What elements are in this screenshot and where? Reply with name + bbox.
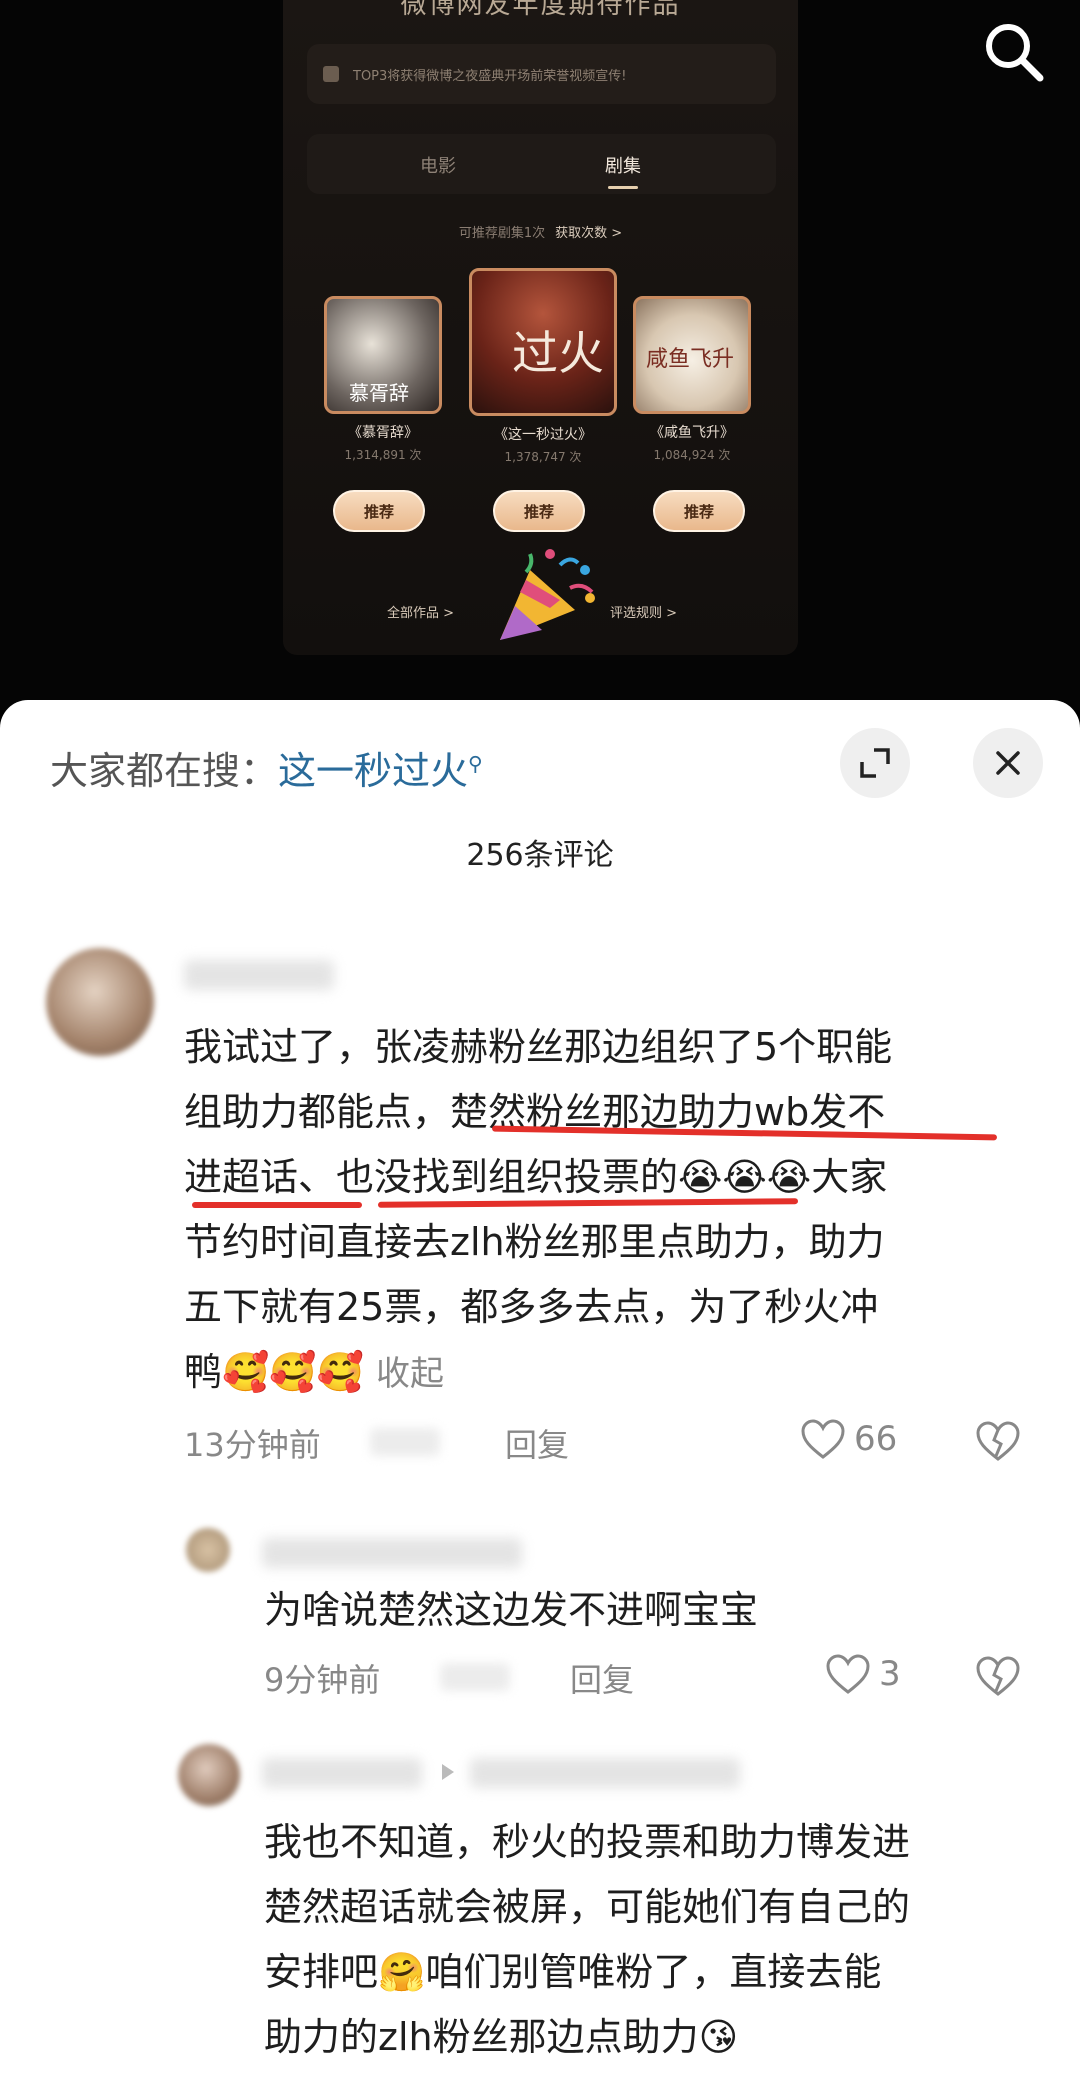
search-prefix: 大家都在搜： [50, 749, 279, 793]
tab-series[interactable]: 剧集 [605, 152, 641, 178]
trending-search[interactable]: 大家都在搜：这一秒过火⚲ [50, 740, 483, 795]
comment-line: 安排吧🤗咱们别管唯粉了，直接去能 [264, 1950, 882, 1994]
video-area: 微博网友年度期待作品 TOP3将获得微博之夜盛典开场前荣誉视频宣传! 电影 剧集… [0, 0, 1080, 710]
like-count: 66 [854, 1419, 898, 1459]
poster-title: 慕胥辞 [349, 381, 409, 405]
highlight-underline [192, 1202, 362, 1208]
location-blurred [440, 1663, 510, 1691]
like-count: 3 [879, 1654, 901, 1694]
hint-text: 可推荐剧集1次 [458, 226, 546, 241]
close-icon [996, 751, 1020, 775]
like-button[interactable]: 66 [800, 1418, 897, 1460]
heart-icon [826, 1654, 870, 1694]
comment-line: 我试过了，张凌赫粉丝那边组织了5个职能 [184, 1025, 893, 1069]
expand-button[interactable] [840, 728, 910, 798]
poll-title: 微博网友年度期待作品 [400, 0, 681, 20]
party-popper-icon [500, 549, 595, 640]
username-blurred[interactable] [262, 1758, 422, 1788]
vote-count: 1,378,747 次 [504, 450, 582, 464]
vote-count: 1,084,924 次 [653, 448, 731, 462]
comment-line: 我也不知道，秒火的投票和助力博发进 [264, 1820, 911, 1864]
comment-text: 我试过了，张凌赫粉丝那边组织了5个职能 组助力都能点，楚然粉丝那边助力wb发不 … [184, 1015, 1044, 1407]
rules-link[interactable]: 评选规则 > [610, 602, 677, 621]
drama-name: 《这一秒过火》 [494, 427, 592, 443]
collapse-link[interactable]: 收起 [376, 1354, 444, 1394]
recommend-button[interactable]: 推荐 [493, 490, 585, 532]
poster-title: 过火 [512, 326, 604, 380]
recommend-button[interactable]: 推荐 [333, 490, 425, 532]
broken-heart-icon[interactable] [975, 1420, 1021, 1462]
reply-arrow-icon [442, 1764, 454, 1780]
candidate-card: 咸鱼飞升 《咸鱼飞升》 1,084,924 次 [627, 296, 757, 463]
comment-line: 鸭🥰🥰🥰 [184, 1350, 364, 1394]
all-works-link[interactable]: 全部作品 > [387, 602, 454, 621]
tab-active-indicator [608, 186, 638, 189]
comment-line: 助力的zlh粉丝那边点助力😘 [264, 2015, 739, 2059]
reply-button[interactable]: 回复 [570, 1655, 634, 1701]
vote-count: 1,314,891 次 [344, 448, 422, 462]
comment-line: 节约时间直接去zlh粉丝那里点助力，助力 [184, 1220, 885, 1264]
avatar[interactable] [46, 948, 154, 1056]
recommend-button[interactable]: 推荐 [653, 490, 745, 532]
reply-button[interactable]: 回复 [505, 1420, 569, 1466]
tab-movie[interactable]: 电影 [420, 152, 456, 178]
notice-bar: TOP3将获得微博之夜盛典开场前荣誉视频宣传! [307, 44, 776, 104]
like-button[interactable]: 3 [825, 1653, 901, 1695]
comment-line: 楚然超话就会被屏，可能她们有自己的 [264, 1885, 911, 1929]
close-button[interactable] [973, 728, 1043, 798]
poster-image[interactable]: 咸鱼飞升 [633, 296, 751, 414]
reply-text: 我也不知道，秒火的投票和助力博发进 楚然超话就会被屏，可能她们有自己的 安排吧🤗… [264, 1810, 1054, 2070]
avatar[interactable] [178, 1744, 240, 1806]
avatar[interactable] [186, 1528, 230, 1572]
poster-image[interactable]: 慕胥辞 [324, 296, 442, 414]
comment-sheet: 大家都在搜：这一秒过火⚲ 256条评论 我试过了，张凌赫粉丝那边组织了5个职能 … [0, 700, 1080, 2073]
candidate-card: 过火 《这一秒过火》 1,378,747 次 [469, 268, 617, 465]
poster-image[interactable]: 过火 [469, 268, 617, 416]
search-keyword[interactable]: 这一秒过火 [278, 749, 468, 793]
notice-text: TOP3将获得微博之夜盛典开场前荣誉视频宣传! [353, 68, 627, 84]
comment-count: 256条评论 [466, 838, 614, 873]
drama-name: 《咸鱼飞升》 [650, 425, 734, 441]
comment-time: 9分钟前 [264, 1661, 381, 1699]
reply-text: 为啥说楚然这边发不进啊宝宝 [264, 1588, 759, 1632]
username-blurred[interactable] [262, 1538, 522, 1568]
category-tabs: 电影 剧集 [307, 134, 776, 194]
username-blurred[interactable] [184, 960, 334, 990]
drama-name: 《慕胥辞》 [348, 425, 418, 441]
heart-icon [801, 1419, 845, 1459]
comment-time: 13分钟前 [184, 1426, 321, 1464]
small-search-icon: ⚲ [468, 751, 483, 776]
reply-to-username-blurred[interactable] [470, 1758, 740, 1788]
notice-icon [323, 66, 339, 82]
comment-line: 五下就有25票，都多多去点，为了秒火冲 [184, 1285, 879, 1329]
expand-icon [860, 748, 890, 778]
location-blurred [370, 1428, 440, 1456]
broken-heart-icon[interactable] [975, 1655, 1021, 1697]
recommend-hint: 可推荐剧集1次 获取次数 > [283, 222, 798, 241]
candidate-card: 慕胥辞 《慕胥辞》 1,314,891 次 [321, 296, 445, 463]
get-count-link[interactable]: 获取次数 > [555, 226, 622, 241]
search-icon[interactable] [978, 16, 1048, 86]
poster-title: 咸鱼飞升 [646, 347, 735, 372]
